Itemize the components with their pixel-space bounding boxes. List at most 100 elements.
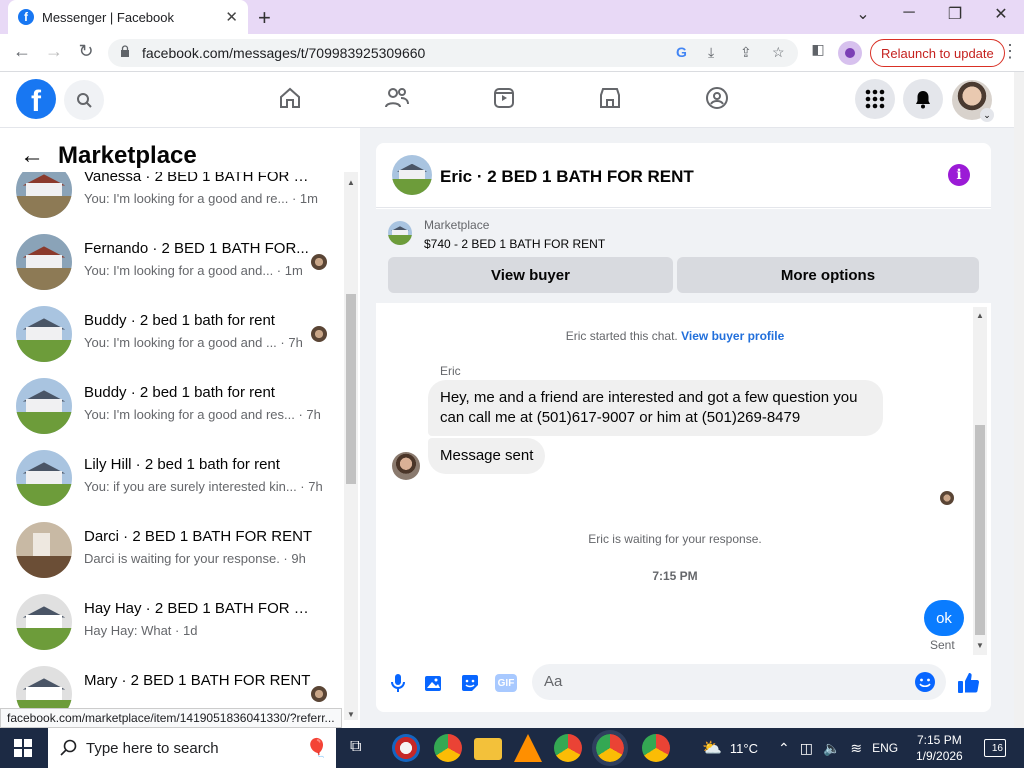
microphone-icon[interactable] <box>387 672 409 694</box>
task-view-icon[interactable]: ⧉ <box>350 738 361 756</box>
close-window-icon[interactable]: ✕ <box>978 4 1024 24</box>
volume-icon[interactable]: 🔈 <box>823 740 840 757</box>
back-arrow-icon[interactable]: ← <box>20 142 44 170</box>
tab-title: Messenger | Facebook <box>42 9 174 25</box>
list-item[interactable]: Buddy · 2 bed 1 bath for rent You: I'm l… <box>0 378 344 450</box>
meet-now-icon[interactable]: ◫ <box>800 740 813 757</box>
profile-icon[interactable] <box>838 41 862 65</box>
listing-thumbnail <box>16 172 72 218</box>
reload-icon[interactable]: ↻ <box>74 41 98 62</box>
listing-thumbnail <box>16 522 72 578</box>
listing-thumbnail <box>16 306 72 362</box>
new-tab-icon[interactable]: + <box>258 5 271 31</box>
avatar[interactable] <box>392 452 420 480</box>
list-item[interactable]: Mary · 2 BED 1 BATH FOR RENT <box>0 666 344 712</box>
info-icon[interactable]: i <box>948 164 970 186</box>
taskbar-search[interactable]: Type here to search 🎈 <box>48 728 336 768</box>
scrollbar-thumb[interactable] <box>975 425 985 635</box>
message-bubble[interactable]: Message sent <box>428 438 546 474</box>
groups-icon[interactable] <box>703 84 731 112</box>
clock-time: 7:15 PM <box>917 733 962 747</box>
wifi-icon[interactable]: ≋ <box>850 740 862 757</box>
chrome-window-icon[interactable] <box>642 734 670 762</box>
conversation-name: Mary · 2 BED 1 BATH FOR RENT <box>84 672 311 689</box>
clock[interactable]: 7:15 PM 1/9/2026 <box>916 732 963 764</box>
friends-icon[interactable] <box>383 84 411 112</box>
scroll-up-icon[interactable]: ▲ <box>347 178 355 187</box>
chrome-profile-icon[interactable] <box>554 734 582 762</box>
tab-search-icon[interactable]: ⌄ <box>840 4 886 24</box>
list-item[interactable]: Hay Hay · 2 BED 1 BATH FOR RE... Hay Hay… <box>0 594 344 666</box>
listing-thumbnail <box>16 666 72 712</box>
back-icon[interactable]: ← <box>10 41 34 62</box>
close-tab-icon[interactable]: ✕ <box>225 8 238 26</box>
share-icon[interactable]: ⇪ <box>740 44 752 61</box>
list-item[interactable]: Vanessa · 2 BED 1 BATH FOR RENT You: I'm… <box>0 172 344 234</box>
scrollbar-thumb[interactable] <box>346 294 356 484</box>
search-icon[interactable] <box>64 80 104 120</box>
notifications-bell-icon[interactable] <box>903 79 943 119</box>
side-panel-icon[interactable]: ◧ <box>806 41 830 58</box>
browser-tab[interactable]: f Messenger | Facebook ✕ <box>8 0 248 34</box>
chat-title[interactable]: Eric · 2 BED 1 BATH FOR RENT <box>440 167 694 187</box>
chevron-up-icon[interactable]: ⌃ <box>778 740 790 757</box>
marketplace-icon[interactable] <box>596 84 624 112</box>
notification-center-icon[interactable]: 16 <box>984 739 1006 757</box>
gif-icon[interactable]: GIF <box>495 674 517 692</box>
menu-grid-icon[interactable] <box>855 79 895 119</box>
facebook-logo-icon[interactable]: f <box>16 79 56 119</box>
watch-icon[interactable] <box>490 84 518 112</box>
list-item[interactable]: Darci · 2 BED 1 BATH FOR RENT Darci is w… <box>0 522 344 594</box>
minimize-icon[interactable]: ─ <box>886 4 932 22</box>
home-icon[interactable] <box>276 84 304 112</box>
conversation-preview: You: I'm looking for a good and re... · … <box>84 191 318 206</box>
message-input-box[interactable] <box>532 664 946 700</box>
account-avatar[interactable]: ⌄ <box>952 80 994 122</box>
message-input[interactable] <box>544 673 904 690</box>
chrome-active-icon[interactable] <box>592 730 628 766</box>
google-icon[interactable]: G <box>676 44 687 60</box>
search-highlight-icon: 🎈 <box>305 737 328 758</box>
list-item[interactable]: Buddy · 2 bed 1 bath for rent You: I'm l… <box>0 306 344 378</box>
photo-icon[interactable] <box>423 672 445 694</box>
list-item[interactable]: Fernando · 2 BED 1 BATH FOR... You: I'm … <box>0 234 344 306</box>
page-scrollbar[interactable] <box>1014 72 1024 728</box>
conversation-name: Lily Hill · 2 bed 1 bath for rent <box>84 456 280 473</box>
relaunch-button[interactable]: Relaunch to update <box>870 39 1005 67</box>
timestamp: 7:15 PM <box>652 569 698 583</box>
forward-icon[interactable]: → <box>42 41 66 62</box>
listing-thumbnail <box>16 450 72 506</box>
scroll-down-icon[interactable]: ▼ <box>347 710 355 719</box>
bookmark-star-icon[interactable]: ☆ <box>772 44 785 61</box>
view-buyer-button[interactable]: View buyer <box>388 257 673 293</box>
file-explorer-icon[interactable] <box>474 738 502 760</box>
scroll-down-icon[interactable]: ▼ <box>976 641 984 650</box>
more-options-button[interactable]: More options <box>677 257 979 293</box>
install-icon[interactable]: ⤓ <box>708 44 714 61</box>
seen-avatar <box>311 326 327 342</box>
weather-widget[interactable]: ⛅ 11°C <box>702 728 758 768</box>
language-indicator[interactable]: ENG <box>872 741 898 755</box>
scroll-up-icon[interactable]: ▲ <box>976 311 984 320</box>
my-message-bubble[interactable]: ok <box>924 600 964 636</box>
sticker-icon[interactable] <box>459 672 481 694</box>
address-bar[interactable]: facebook.com/messages/t/709983925309660 … <box>108 39 798 67</box>
emoji-icon[interactable] <box>914 671 936 698</box>
paint-app-icon[interactable] <box>392 734 420 762</box>
listing-title[interactable]: $740 - 2 BED 1 BATH FOR RENT <box>424 237 605 251</box>
message-bubble[interactable]: Hey, me and a friend are interested and … <box>428 380 883 436</box>
thumbs-up-icon[interactable] <box>956 670 982 696</box>
browser-menu-icon[interactable]: ⋮ <box>998 41 1022 62</box>
notification-count: 16 <box>991 742 1003 754</box>
chat-panel: Eric · 2 BED 1 BATH FOR RENT i Marketpla… <box>376 143 991 712</box>
view-buyer-profile-link[interactable]: View buyer profile <box>681 329 784 343</box>
chat-started-text: Eric started this chat. <box>565 329 678 343</box>
windows-start-icon[interactable] <box>14 739 32 757</box>
listing-thumbnail[interactable] <box>392 155 432 195</box>
vlc-icon[interactable] <box>514 734 542 762</box>
chat-scrollbar[interactable]: ▲ ▼ <box>973 307 987 655</box>
sidebar-scrollbar[interactable]: ▲ ▼ <box>344 172 358 720</box>
restore-icon[interactable]: ❐ <box>932 4 978 24</box>
chrome-app-icon[interactable] <box>434 734 462 762</box>
list-item[interactable]: Lily Hill · 2 bed 1 bath for rent You: i… <box>0 450 344 522</box>
